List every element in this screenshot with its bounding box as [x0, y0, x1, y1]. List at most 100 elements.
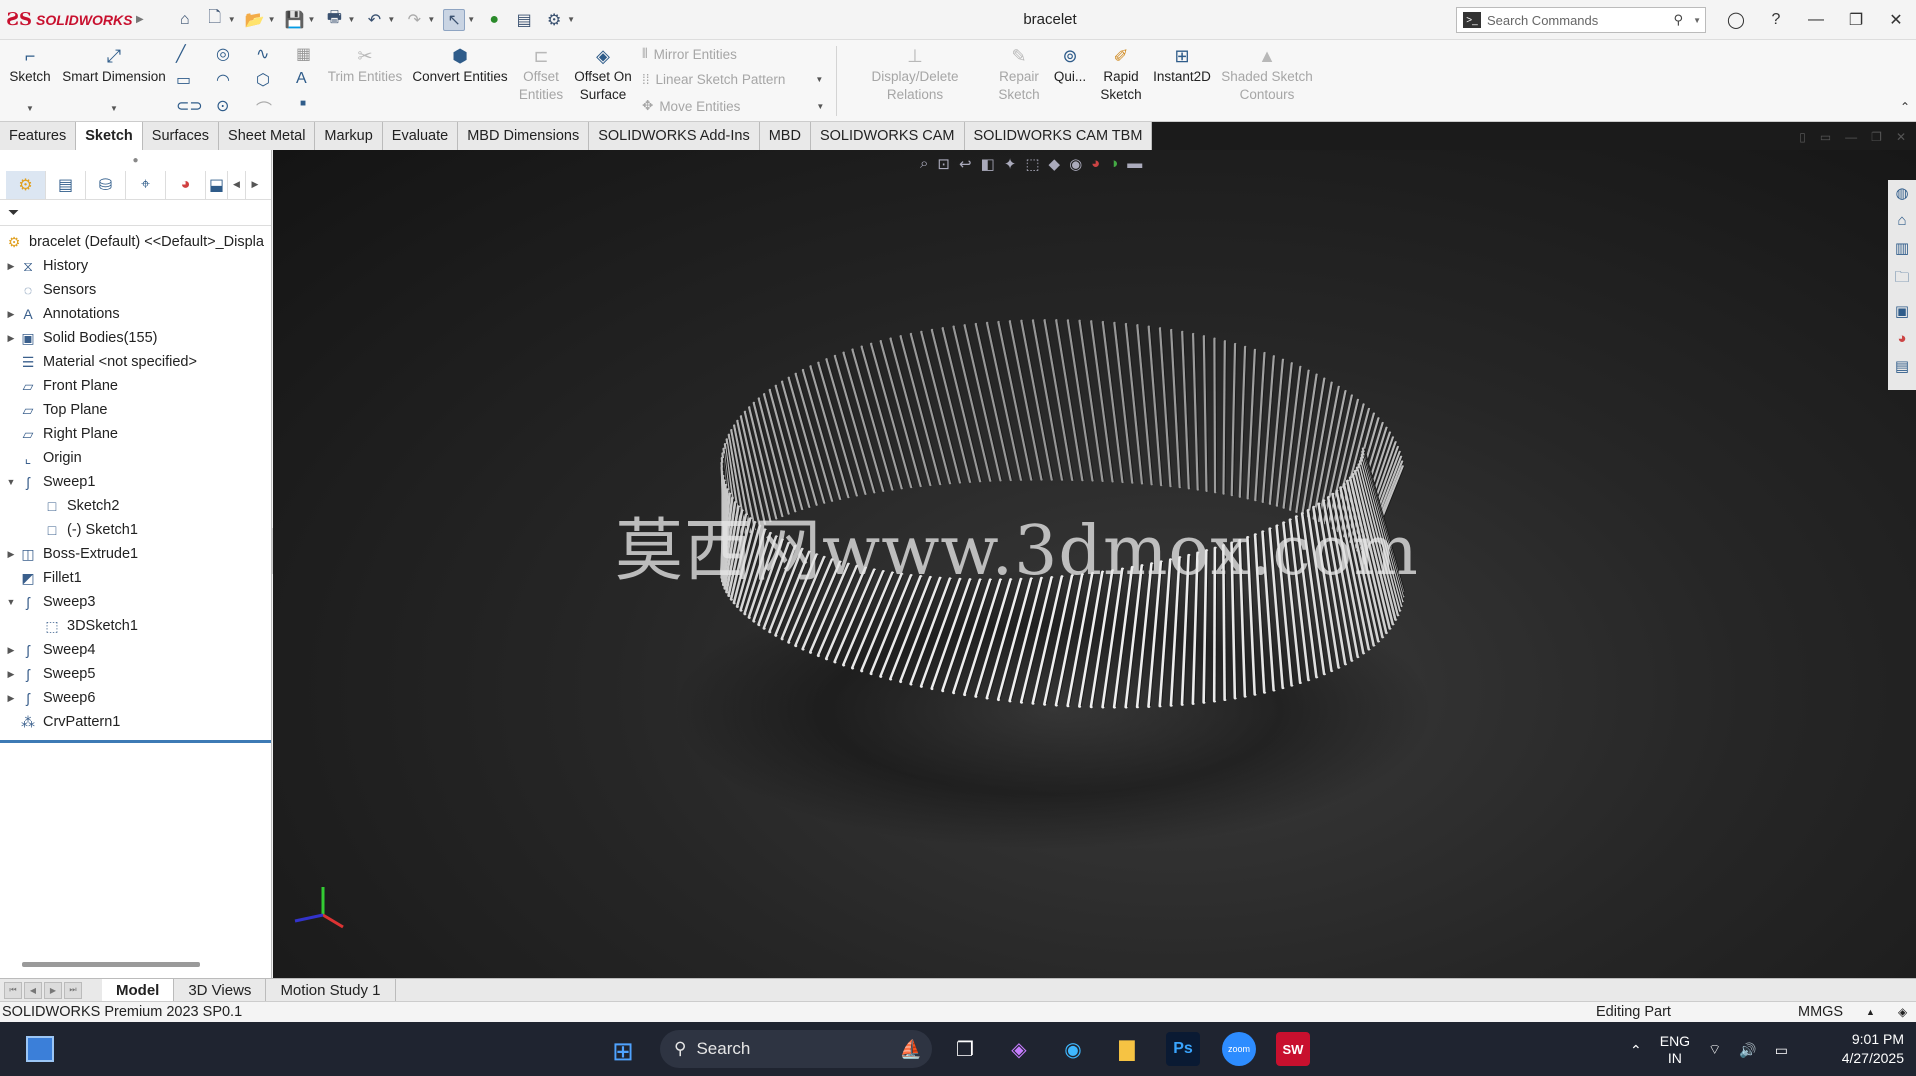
- new-document-icon[interactable]: 🗋: [204, 9, 226, 31]
- linear-sketch-pattern-button[interactable]: ⁞⁞ Linear Sketch Pattern ▼: [642, 72, 823, 87]
- rollback-bar[interactable]: [0, 740, 271, 743]
- repair-sketch-button[interactable]: ✎ Repair Sketch: [994, 46, 1044, 104]
- language-indicator[interactable]: ENG IN: [1660, 1033, 1690, 1067]
- fillet-sketch-icon[interactable]: ⌒: [256, 96, 272, 120]
- home-pane-icon[interactable]: ⌂: [1897, 212, 1906, 229]
- graphics-area[interactable]: 莫西网www.3dmox.com: [273, 150, 1916, 980]
- mirror-entities-button[interactable]: ⫴ Mirror Entities: [642, 46, 737, 62]
- first-tab-icon[interactable]: ⏮: [4, 981, 22, 999]
- next-tab-icon[interactable]: ▶: [44, 981, 62, 999]
- minimize-icon[interactable]: —: [1796, 11, 1836, 29]
- quick-snaps-button[interactable]: ⊚ Qui...: [1050, 46, 1090, 86]
- clock[interactable]: 9:01 PM 4/27/2025: [1814, 1030, 1904, 1068]
- tab-features[interactable]: Features: [0, 122, 77, 150]
- copilot-icon[interactable]: ◈: [1002, 1032, 1036, 1066]
- zoom-icon[interactable]: zoom: [1222, 1032, 1256, 1066]
- save-icon[interactable]: 💾: [284, 9, 306, 31]
- tree-item[interactable]: ▼ ʃ Sweep3: [0, 590, 271, 614]
- display-manager-icon[interactable]: ◕: [166, 170, 206, 199]
- tab-sketch[interactable]: Sketch: [76, 122, 143, 150]
- dimxpert-manager-icon[interactable]: ⌖: [126, 170, 166, 199]
- scroll-left-icon[interactable]: ◀: [228, 170, 246, 199]
- configuration-manager-icon[interactable]: ⛁: [86, 170, 126, 199]
- home-icon[interactable]: ⌂: [174, 9, 196, 31]
- volume-icon[interactable]: 🔊: [1739, 1042, 1756, 1059]
- bottom-tab-motion-study-1[interactable]: Motion Study 1: [266, 978, 396, 1002]
- tree-item[interactable]: ⬚ 3DSketch1: [0, 614, 271, 638]
- tree-item[interactable]: ▶ ʃ Sweep4: [0, 638, 271, 662]
- file-properties-icon[interactable]: ▤: [513, 9, 535, 31]
- open-folder-icon[interactable]: 📂: [244, 9, 266, 31]
- slot-icon[interactable]: ⊂⊃: [176, 96, 203, 116]
- display-delete-relations-button[interactable]: ⊥ Display/Delete Relations: [842, 46, 988, 104]
- chevron-down-icon[interactable]: ▼: [268, 15, 276, 24]
- collapse-ribbon-icon[interactable]: ⌃: [1900, 100, 1910, 114]
- tree-item[interactable]: ▱ Top Plane: [0, 398, 271, 422]
- edge-browser-icon[interactable]: ◉: [1056, 1032, 1090, 1066]
- hide-show-items-icon[interactable]: ◉: [1069, 155, 1082, 173]
- options-gear-icon[interactable]: ⚙: [543, 9, 565, 31]
- rapid-sketch-button[interactable]: ✐ Rapid Sketch: [1096, 46, 1146, 104]
- select-pointer-icon[interactable]: ↖: [443, 8, 466, 31]
- chevron-down-icon[interactable]: ▼: [1693, 16, 1701, 25]
- windows-start-icon[interactable]: ⊞: [612, 1036, 634, 1067]
- zoom-to-area-icon[interactable]: ⊡: [937, 155, 950, 173]
- chevron-down-icon[interactable]: ▼: [815, 75, 823, 84]
- sketch-grid-icon[interactable]: ▦: [296, 44, 311, 64]
- bottom-tab-3d-views[interactable]: 3D Views: [174, 978, 267, 1002]
- file-explorer-icon[interactable]: 🗀: [1894, 267, 1909, 292]
- wifi-icon[interactable]: ⌔: [1708, 1041, 1721, 1059]
- expand-right-icon[interactable]: ▶: [4, 645, 18, 656]
- tree-item[interactable]: ▼ ʃ Sweep1: [0, 470, 271, 494]
- sketch-button[interactable]: ⌐ Sketch: [8, 46, 52, 86]
- view-palette-icon[interactable]: ▣: [1895, 302, 1909, 320]
- instant2d-button[interactable]: ⊞ Instant2D: [1150, 46, 1214, 86]
- smart-dimension-button[interactable]: ⤢ Smart Dimension: [60, 46, 168, 86]
- expand-right-icon[interactable]: ▶: [4, 669, 18, 680]
- chevron-down-icon[interactable]: ▼: [228, 15, 236, 24]
- chevron-down-icon[interactable]: ▼: [467, 15, 475, 24]
- convert-entities-button[interactable]: ⬢ Convert Entities: [410, 46, 510, 86]
- offset-on-surface-button[interactable]: ◈ Offset On Surface: [570, 46, 636, 104]
- chevron-down-icon[interactable]: ▼: [110, 104, 118, 113]
- view-settings-icon[interactable]: ▬: [1127, 155, 1142, 173]
- tree-root[interactable]: ⚙ bracelet (Default) <<Default>_Displa: [0, 230, 271, 254]
- expand-right-icon[interactable]: ▶: [4, 333, 18, 344]
- tab-sheet-metal[interactable]: Sheet Metal: [219, 122, 316, 150]
- viewport-minimize-icon[interactable]: —: [1845, 130, 1857, 144]
- offset-entities-button[interactable]: ⊏ Offset Entities: [516, 46, 566, 104]
- tree-item[interactable]: ▱ Front Plane: [0, 374, 271, 398]
- tab-solidworks-cam[interactable]: SOLIDWORKS CAM: [810, 122, 965, 150]
- tree-filter[interactable]: ⏷: [0, 200, 271, 226]
- widgets-icon[interactable]: [26, 1036, 54, 1062]
- view-orientation-icon[interactable]: ⬚: [1025, 155, 1039, 173]
- last-tab-icon[interactable]: ⏭: [64, 981, 82, 999]
- feature-manager-icon[interactable]: ⚙: [6, 170, 46, 199]
- appearances-icon[interactable]: ◕: [1897, 330, 1906, 347]
- close-icon[interactable]: ✕: [1876, 10, 1916, 30]
- chevron-down-icon[interactable]: ▼: [427, 15, 435, 24]
- point-icon[interactable]: ⊙: [216, 96, 229, 116]
- chevron-down-icon[interactable]: ▼: [26, 104, 34, 113]
- tray-overflow-icon[interactable]: ⌃: [1630, 1042, 1642, 1059]
- solidworks-taskbar-icon[interactable]: SW: [1276, 1032, 1310, 1066]
- units-selector[interactable]: MMGS: [1798, 1004, 1843, 1020]
- menu-expand-arrow-icon[interactable]: ▶: [136, 14, 144, 25]
- zoom-to-fit-icon[interactable]: ⌕: [920, 155, 928, 173]
- shaded-sketch-contours-button[interactable]: ▲ Shaded Sketch Contours: [1220, 46, 1314, 104]
- tree-item[interactable]: ▶ ʃ Sweep5: [0, 662, 271, 686]
- edit-appearance-icon[interactable]: ◕: [1091, 155, 1100, 173]
- tree-item[interactable]: □ Sketch2: [0, 494, 271, 518]
- tab-mbd-dimensions[interactable]: MBD Dimensions: [458, 122, 590, 150]
- search-icon[interactable]: ⚲: [1674, 12, 1684, 28]
- undo-icon[interactable]: ↶: [363, 9, 385, 31]
- taskbar-search[interactable]: ⚲ Search ⛵: [660, 1030, 932, 1068]
- tree-item[interactable]: ▶ ◫ Boss-Extrude1: [0, 542, 271, 566]
- tree-item[interactable]: ⌞ Origin: [0, 446, 271, 470]
- notifications-icon[interactable]: ◈: [1898, 1005, 1907, 1019]
- photoshop-icon[interactable]: Ps: [1166, 1032, 1200, 1066]
- solidworks-logo[interactable]: ƧS SOLIDWORKS: [6, 9, 136, 30]
- tree-item[interactable]: ⁂ CrvPattern1: [0, 710, 271, 734]
- horizontal-scrollbar[interactable]: [22, 962, 200, 967]
- solidworks-resources-icon[interactable]: ◍: [1895, 184, 1908, 202]
